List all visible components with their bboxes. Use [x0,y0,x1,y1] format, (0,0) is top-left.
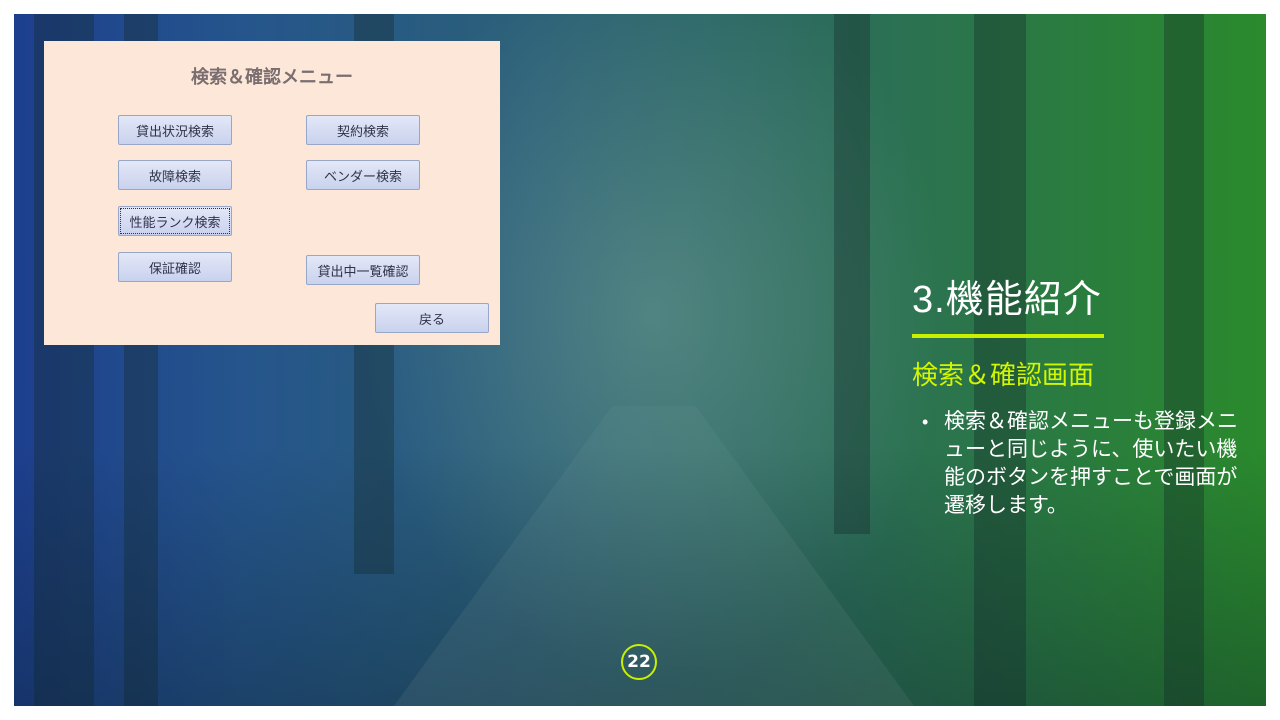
rented-list-check-button[interactable]: 貸出中一覧確認 [306,255,420,285]
page-number-badge: 22 [621,644,657,680]
search-confirm-menu-window: 検索＆確認メニュー 貸出状況検索 契約検索 故障検索 ベンダー検索 性能ランク検… [44,41,500,345]
performance-rank-search-button[interactable]: 性能ランク検索 [118,206,232,236]
section-subtitle: 検索＆確認画面 [912,360,1095,390]
title-underline [912,334,1104,338]
failure-search-button[interactable]: 故障検索 [118,160,232,190]
bullet-list: • 検索＆確認メニューも登録メニューと同じように、使いたい機能のボタンを押すこと… [922,408,1252,520]
warranty-check-button[interactable]: 保証確認 [118,252,232,282]
contract-search-button[interactable]: 契約検索 [306,115,420,145]
bullet-icon: • [922,412,929,432]
rental-status-search-button[interactable]: 貸出状況検索 [118,115,232,145]
list-item: • 検索＆確認メニューも登録メニューと同じように、使いたい機能のボタンを押すこと… [922,408,1252,520]
menu-title: 検索＆確認メニュー [191,67,353,88]
back-button[interactable]: 戻る [375,303,489,333]
vendor-search-button[interactable]: ベンダー検索 [306,160,420,190]
bullet-text: 検索＆確認メニューも登録メニューと同じように、使いたい機能のボタンを押すことで画… [944,410,1238,517]
section-title: 3.機能紹介 [912,279,1102,321]
